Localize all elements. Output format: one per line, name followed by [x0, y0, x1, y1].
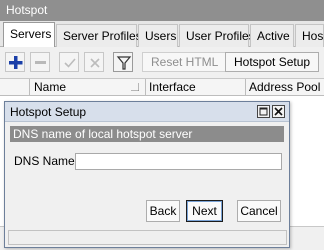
enable-button[interactable] — [59, 52, 79, 72]
close-button[interactable] — [272, 105, 285, 118]
column-interface[interactable]: Interface — [146, 79, 246, 95]
column-select[interactable] — [0, 79, 30, 95]
close-icon — [274, 107, 283, 116]
column-address-pool[interactable]: Address Pool — [246, 79, 324, 95]
tab-server-profiles[interactable]: Server Profiles — [56, 24, 142, 47]
filter-icon — [116, 56, 132, 70]
column-name-label: Name — [34, 80, 67, 94]
column-address-pool-label: Address Pool — [249, 80, 321, 94]
sort-arrow-icon — [131, 83, 139, 91]
tab-bar: Servers Server Profiles Users User Profi… — [0, 21, 324, 48]
filter-button[interactable] — [113, 52, 133, 72]
dns-name-input[interactable] — [75, 153, 282, 170]
toolbar: Reset HTML Hotspot Setup — [0, 47, 324, 79]
maximize-icon — [259, 107, 268, 116]
reset-html-button[interactable]: Reset HTML — [142, 52, 228, 72]
tab-servers[interactable]: Servers — [3, 22, 55, 48]
next-button[interactable]: Next — [186, 200, 223, 222]
column-interface-label: Interface — [149, 80, 196, 94]
add-button[interactable] — [5, 52, 25, 72]
hotspot-setup-dialog: Hotspot Setup DNS name of local hotspot … — [4, 101, 290, 248]
disable-button[interactable] — [84, 52, 104, 72]
dialog-status-bar — [8, 230, 287, 245]
dialog-title: Hotspot Setup — [10, 105, 87, 119]
enable-check-icon — [64, 58, 76, 68]
tab-users[interactable]: Users — [138, 24, 178, 47]
tab-user-profiles[interactable]: User Profiles — [179, 24, 255, 47]
dialog-title-bar[interactable]: Hotspot Setup — [5, 102, 289, 122]
column-name[interactable]: Name — [30, 79, 146, 95]
add-icon — [9, 56, 23, 69]
step-description: DNS name of local hotspot server — [10, 126, 284, 142]
window-title: Hotspot — [0, 0, 324, 21]
remove-icon — [35, 61, 46, 64]
hotspot-setup-button[interactable]: Hotspot Setup — [225, 52, 320, 72]
tab-active[interactable]: Active — [250, 24, 294, 47]
maximize-button[interactable] — [257, 105, 270, 118]
back-button[interactable]: Back — [146, 200, 180, 222]
dns-name-label: DNS Name: — [14, 154, 79, 168]
cancel-button[interactable]: Cancel — [237, 200, 281, 222]
tab-host[interactable]: Host — [295, 24, 324, 47]
remove-button[interactable] — [30, 52, 50, 72]
table-header: Name Interface Address Pool — [0, 79, 324, 96]
disable-x-icon — [90, 58, 100, 68]
